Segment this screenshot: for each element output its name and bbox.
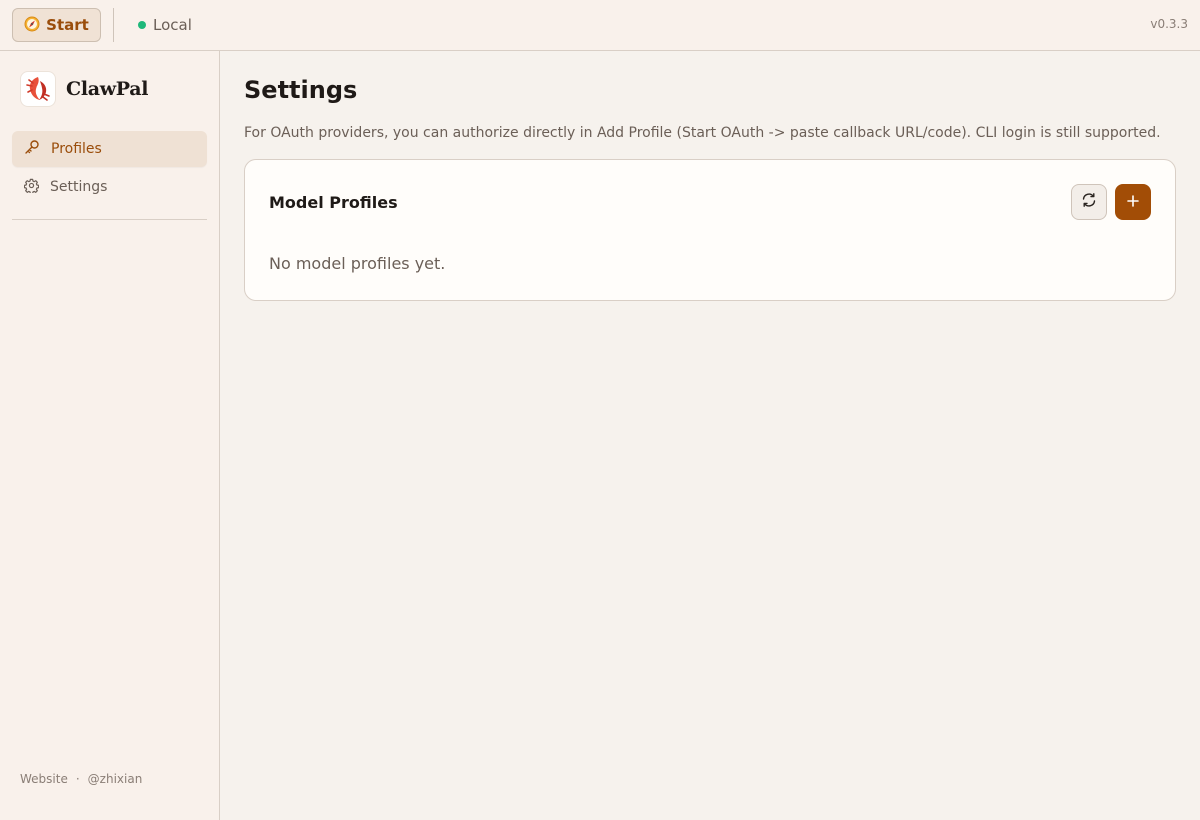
version-label: v0.3.3 [1150, 17, 1188, 31]
key-icon [24, 139, 40, 159]
clawpal-logo-icon [20, 71, 56, 107]
top-bar: Start Local v0.3.3 [0, 0, 1200, 51]
instance-label: Local [153, 16, 192, 34]
sidebar: ClawPal Profiles Settings Website · @zhi… [0, 51, 220, 820]
sidebar-item-settings[interactable]: Settings [12, 169, 207, 205]
instance-tab-local[interactable]: Local [138, 14, 192, 36]
sidebar-footer: Website · @zhixian [20, 772, 142, 786]
model-profiles-card: Model Profiles No model profiles yet. [244, 159, 1176, 301]
sidebar-item-profiles[interactable]: Profiles [12, 131, 207, 167]
add-profile-button[interactable] [1115, 184, 1151, 220]
status-dot-icon [138, 21, 146, 29]
footer-separator: · [75, 772, 80, 786]
compass-icon [24, 16, 40, 35]
author-link[interactable]: @zhixian [88, 772, 143, 786]
top-divider [113, 8, 114, 42]
empty-state-text: No model profiles yet. [269, 254, 446, 273]
refresh-button[interactable] [1071, 184, 1107, 220]
sidebar-divider [12, 219, 207, 220]
brand: ClawPal [20, 71, 149, 107]
card-title: Model Profiles [269, 193, 398, 212]
refresh-icon [1081, 192, 1097, 212]
gear-icon [23, 178, 40, 197]
main-content: Settings For OAuth providers, you can au… [221, 51, 1200, 820]
sidebar-item-label: Settings [50, 179, 108, 195]
website-link[interactable]: Website [20, 772, 68, 786]
start-button-label: Start [46, 16, 89, 34]
start-button[interactable]: Start [12, 8, 101, 42]
page-title: Settings [244, 76, 358, 104]
plus-icon [1126, 193, 1140, 212]
page-description: For OAuth providers, you can authorize d… [244, 125, 1161, 141]
sidebar-nav: Profiles Settings [12, 131, 207, 207]
brand-name: ClawPal [66, 78, 149, 100]
sidebar-item-label: Profiles [51, 141, 102, 157]
